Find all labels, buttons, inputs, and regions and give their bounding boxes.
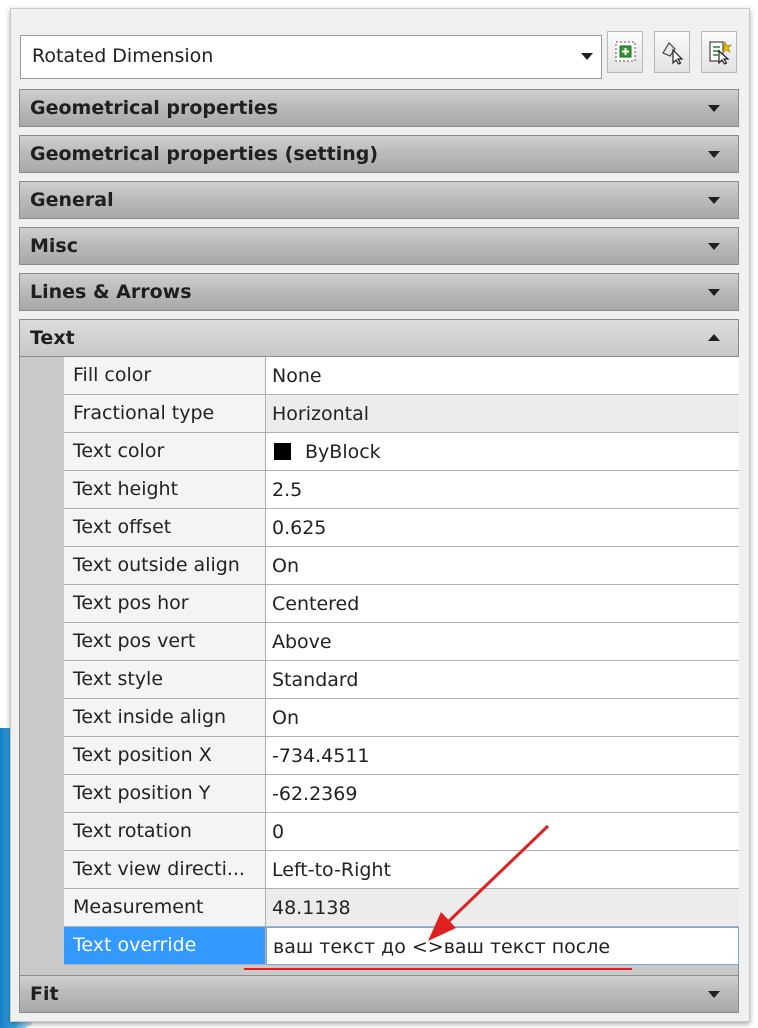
properties-palette: Rotated Dimension Geometrical properties… [10,8,750,1022]
chevron-down-icon [708,991,720,998]
color-swatch-icon [274,443,291,460]
section-text[interactable]: Text [19,319,739,357]
property-value[interactable]: Standard [266,661,739,699]
property-name: Text position X [64,737,266,775]
toggle-pickadd-icon [615,41,636,62]
object-type-dropdown[interactable]: Rotated Dimension [20,35,602,79]
section-misc[interactable]: Misc [19,227,739,265]
property-row-text-color[interactable]: Text color ByBlock [64,433,739,471]
property-name: Text position Y [64,775,266,813]
property-name: Text offset [64,509,266,547]
select-objects-icon [662,42,684,65]
property-value[interactable]: 0.625 [266,509,739,547]
property-name: Text view directi... [64,851,266,889]
property-value[interactable]: 2.5 [266,471,739,509]
property-row-measurement[interactable]: Measurement 48.1138 [64,889,739,927]
property-value[interactable]: Left-to-Right [266,851,739,889]
property-row-text-inside-align[interactable]: Text inside align On [64,699,739,737]
chevron-down-icon [708,243,720,250]
property-name: Fill color [64,357,266,395]
property-value: 48.1138 [266,889,739,927]
property-value[interactable]: On [266,699,739,737]
section-label: Misc [30,235,78,257]
property-value-text: ByBlock [305,441,381,463]
section-general[interactable]: General [19,181,739,219]
property-value[interactable]: ByBlock [266,433,739,471]
property-row-text-position-y[interactable]: Text position Y -62.2369 [64,775,739,813]
section-label: Geometrical properties [30,97,279,119]
select-objects-button[interactable] [654,31,690,73]
section-label: Text [30,327,75,349]
chevron-down-icon [708,105,720,112]
property-value[interactable]: 0 [266,813,739,851]
property-value[interactable]: On [266,547,739,585]
chevron-down-icon [581,53,593,60]
text-override-input[interactable]: ваш текст до <>ваш текст после [266,927,739,965]
property-name: Text pos vert [64,623,266,661]
chevron-down-icon [708,151,720,158]
text-properties-grid: Fill color None Fractional type Horizont… [19,357,739,977]
property-value[interactable]: -62.2369 [266,775,739,813]
property-value[interactable]: Above [266,623,739,661]
object-type-value: Rotated Dimension [32,45,214,67]
section-label: General [30,189,114,211]
property-name: Text style [64,661,266,699]
property-name: Text outside align [64,547,266,585]
property-name: Text pos hor [64,585,266,623]
property-row-text-pos-hor[interactable]: Text pos hor Centered [64,585,739,623]
property-name: Text height [64,471,266,509]
palette-toolbar: Rotated Dimension [11,9,749,89]
chevron-down-icon [708,289,720,296]
chevron-up-icon [708,334,720,341]
quick-select-icon [709,40,733,65]
property-row-text-height[interactable]: Text height 2.5 [64,471,739,509]
property-value[interactable]: None [266,357,739,395]
toggle-pickadd-button[interactable] [607,31,643,73]
property-row-text-pos-vert[interactable]: Text pos vert Above [64,623,739,661]
quick-select-button[interactable] [701,31,737,73]
property-row-text-offset[interactable]: Text offset 0.625 [64,509,739,547]
section-lines-arrows[interactable]: Lines & Arrows [19,273,739,311]
property-name: Text inside align [64,699,266,737]
property-name: Fractional type [64,395,266,433]
property-row-text-outside-align[interactable]: Text outside align On [64,547,739,585]
property-name: Measurement [64,889,266,927]
property-row-text-view-direction[interactable]: Text view directi... Left-to-Right [64,851,739,889]
section-fit[interactable]: Fit [19,975,739,1013]
property-row-text-position-x[interactable]: Text position X -734.4511 [64,737,739,775]
property-row-text-style[interactable]: Text style Standard [64,661,739,699]
section-label: Fit [30,983,59,1005]
section-geometrical-properties-setting[interactable]: Geometrical properties (setting) [19,135,739,173]
chevron-down-icon [708,197,720,204]
property-value[interactable]: Centered [266,585,739,623]
property-row-fractional-type[interactable]: Fractional type Horizontal [64,395,739,433]
property-value[interactable]: Horizontal [266,395,739,433]
property-row-fill-color[interactable]: Fill color None [64,357,739,395]
property-name: Text color [64,433,266,471]
property-value[interactable]: -734.4511 [266,737,739,775]
property-name: Text rotation [64,813,266,851]
section-label: Lines & Arrows [30,281,192,303]
section-label: Geometrical properties (setting) [30,143,379,165]
property-name: Text override [64,927,266,965]
section-geometrical-properties[interactable]: Geometrical properties [19,89,739,127]
property-row-text-override[interactable]: Text override ваш текст до <>ваш текст п… [64,927,739,965]
property-row-text-rotation[interactable]: Text rotation 0 [64,813,739,851]
screenshot-stage: Rotated Dimension Geometrical properties… [0,0,758,1028]
